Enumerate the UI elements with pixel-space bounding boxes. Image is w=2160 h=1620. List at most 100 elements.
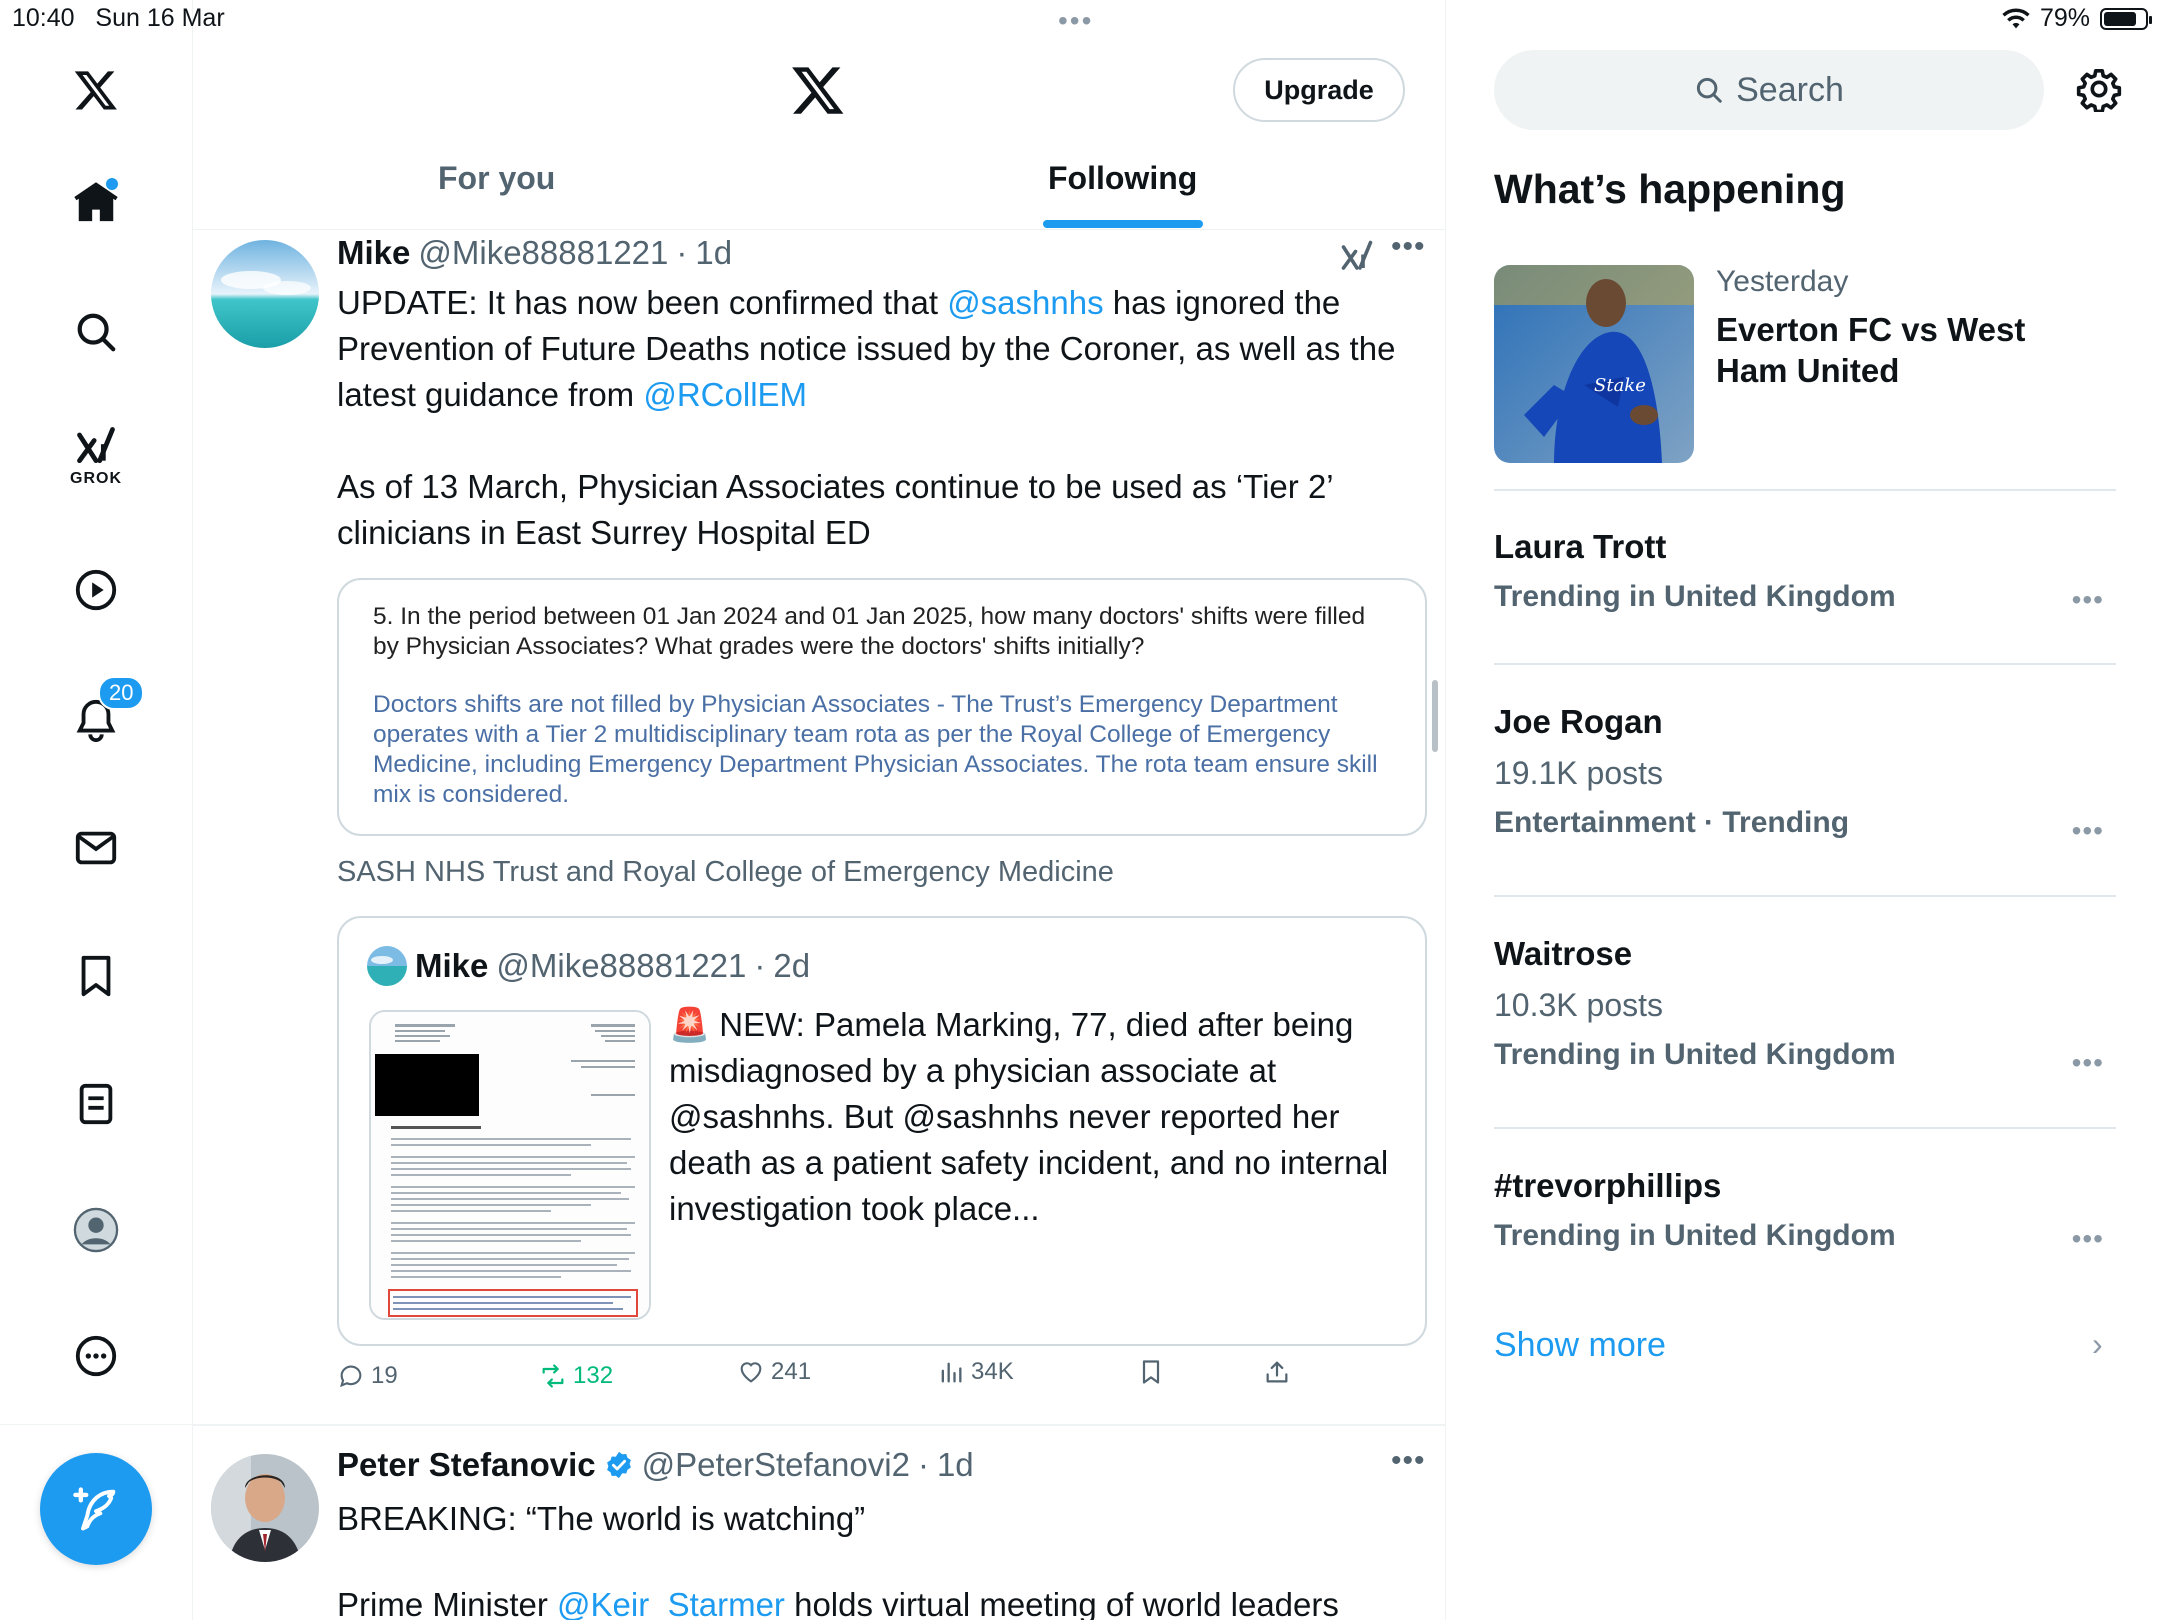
home-unread-dot	[106, 178, 118, 190]
nav-home[interactable]	[66, 172, 126, 232]
compose-button[interactable]	[40, 1453, 152, 1565]
reply-count: 19	[371, 1362, 398, 1389]
trend-more-icon[interactable]: •••	[2072, 584, 2104, 616]
quoted-text: 🚨 NEW: Pamela Marking, 77, died after be…	[669, 1002, 1389, 1232]
mention-link[interactable]: @Keir_Starmer	[557, 1586, 785, 1620]
tweet-time[interactable]: 1d	[695, 234, 732, 272]
tweet-time[interactable]: 1d	[937, 1446, 974, 1484]
tweet-paragraph: As of 13 March, Physician Associates con…	[337, 468, 1333, 551]
tweet-header: Mike @Mike88881221 · 1d	[337, 234, 732, 272]
reply-button[interactable]: 19	[337, 1362, 398, 1390]
like-icon	[740, 1362, 762, 1383]
nav-grok[interactable]: GROK	[66, 424, 126, 487]
repost-count: 132	[573, 1362, 614, 1389]
avatar[interactable]	[211, 240, 319, 348]
video-icon	[75, 569, 117, 611]
quoted-header: Mike @Mike88881221 · 2d	[367, 946, 810, 986]
trend-context: Trending in United Kingdom	[1494, 580, 1896, 613]
tweet-more-icon[interactable]: •••	[1391, 230, 1426, 264]
status-clock: 10:40	[12, 4, 75, 32]
views-button[interactable]: 34K	[937, 1358, 1014, 1386]
compose-icon	[73, 1487, 116, 1531]
trend-context: Trending in United Kingdom	[1494, 1219, 1896, 1252]
trend-item[interactable]: Joe Rogan 19.1K posts Entertainment · Tr…	[1494, 703, 2116, 846]
bookmark-icon	[1142, 1360, 1160, 1384]
trend-more-icon[interactable]: •••	[2072, 1223, 2104, 1255]
nav-bookmarks[interactable]	[66, 946, 126, 1006]
views-icon	[941, 1362, 962, 1383]
tab-following[interactable]: Following	[1048, 160, 1197, 197]
status-time: 10:40 Sun 16 Mar	[12, 4, 225, 33]
quoted-tweet[interactable]: Mike @Mike88881221 · 2d 🚨 NEW: Pamela Ma…	[337, 916, 1427, 1346]
x-logo-icon[interactable]	[66, 60, 126, 120]
trend-item[interactable]: Laura Trott Trending in United Kingdom •…	[1494, 528, 2116, 616]
tweet-actions: 19 132 241 34K	[337, 1358, 1337, 1402]
tab-for-you[interactable]: For you	[438, 160, 555, 197]
share-button[interactable]	[1263, 1358, 1291, 1386]
mention-link[interactable]: @sashnhs	[947, 284, 1103, 321]
tweet-image[interactable]: 5. In the period between 01 Jan 2024 and…	[337, 578, 1427, 836]
document-thumbnail[interactable]	[369, 1010, 651, 1320]
wifi-icon	[2002, 8, 2030, 28]
show-more-link[interactable]: Show more	[1494, 1326, 1666, 1365]
mention-link[interactable]: @RCollEM	[643, 376, 807, 413]
trend-more-icon[interactable]: •••	[2072, 1047, 2104, 1079]
upgrade-button[interactable]: Upgrade	[1233, 58, 1405, 122]
author-handle[interactable]: @Mike88881221	[418, 234, 668, 272]
multitask-dots-icon[interactable]: •••	[1058, 5, 1093, 37]
news-meta: Yesterday	[1716, 265, 1849, 298]
gear-icon[interactable]	[2076, 66, 2122, 112]
battery-icon	[2100, 7, 2152, 30]
lists-icon	[79, 1083, 113, 1125]
bookmark-button[interactable]	[1137, 1358, 1165, 1386]
nav-lists[interactable]	[66, 1074, 126, 1134]
tweet[interactable]: Peter Stefanovic @PeterStefanovi2 · 1d •…	[193, 1444, 1445, 1620]
trend-more-icon[interactable]: •••	[2072, 815, 2104, 847]
status-bar: 10:40 Sun 16 Mar ••• 79%	[0, 0, 2160, 40]
author-name[interactable]: Mike	[337, 234, 410, 272]
nav-messages[interactable]	[66, 818, 126, 878]
quoted-body: NEW: Pamela Marking, 77, died after bein…	[669, 1006, 1389, 1227]
separator-dot: ·	[917, 1446, 929, 1483]
author-handle: @Mike88881221	[496, 947, 747, 984]
grok-icon[interactable]	[1339, 238, 1375, 274]
nav-profile[interactable]	[66, 1200, 126, 1260]
svg-text:Stake: Stake	[1594, 375, 1646, 396]
chevron-right-icon[interactable]: ›	[2092, 1326, 2103, 1363]
mail-icon	[75, 831, 117, 865]
nav-search[interactable]	[66, 302, 126, 362]
author-name[interactable]: Peter Stefanovic	[337, 1446, 596, 1484]
avatar[interactable]	[211, 1454, 319, 1562]
trend-posts: 19.1K posts	[1494, 755, 1663, 791]
battery-percent: 79%	[2039, 4, 2090, 32]
nav-notifications[interactable]: 20	[66, 676, 145, 750]
sidebar-separator	[1494, 1127, 2116, 1129]
tweet-text-segment: UPDATE: It has now been confirmed that	[337, 284, 948, 321]
like-button[interactable]: 241	[737, 1358, 811, 1386]
tweet[interactable]: Mike @Mike88881221 · 1d ••• UPDATE: It h…	[193, 230, 1445, 1428]
sidebar-separator	[1494, 489, 2116, 491]
status-date: Sun 16 Mar	[95, 4, 225, 32]
trend-item[interactable]: Waitrose 10.3K posts Trending in United …	[1494, 935, 2116, 1078]
news-thumbnail: Stake	[1494, 265, 1694, 463]
trend-item[interactable]: #trevorphillips Trending in United Kingd…	[1494, 1167, 2116, 1255]
tweet-more-icon[interactable]: •••	[1391, 1444, 1426, 1478]
news-item[interactable]: Stake Yesterday Everton FC vs West Ham U…	[1494, 265, 2116, 490]
grok-label: GROK	[70, 470, 122, 487]
siren-emoji: 🚨	[669, 1006, 711, 1043]
battery-level	[2104, 11, 2136, 26]
author-handle[interactable]: @PeterStefanovi2	[642, 1446, 910, 1484]
reply-icon	[340, 1365, 362, 1388]
scrollbar-handle[interactable]	[1432, 680, 1438, 752]
bookmark-icon	[81, 955, 111, 997]
x-logo-icon[interactable]	[790, 62, 846, 118]
search-input[interactable]: Search	[1494, 50, 2044, 130]
repost-button[interactable]: 132	[539, 1362, 613, 1390]
search-placeholder: Search	[1736, 70, 1844, 109]
main-timeline: Upgrade For you Following Mike @Mike8888…	[193, 0, 1446, 1620]
active-tab-indicator	[1043, 220, 1203, 228]
nav-video[interactable]	[66, 560, 126, 620]
nav-more[interactable]	[66, 1326, 126, 1386]
